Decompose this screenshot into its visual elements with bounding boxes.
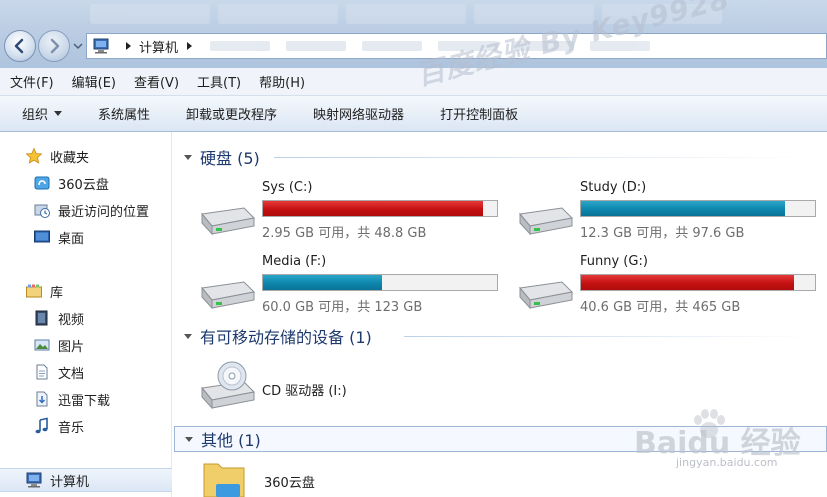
video-icon [35,310,48,326]
other-item-label: 360云盘 [264,476,315,491]
nav-item-label: 桌面 [58,231,85,247]
nav-xunlei-downloads[interactable]: 迅雷下载 [0,387,172,411]
arrow-right-icon [50,38,60,54]
nav-favorites[interactable]: 收藏夹 [0,144,172,168]
drive-g[interactable]: Funny (G:) 40.6 GB 可用，共 465 GB [514,254,816,318]
drive-usage-fill [581,275,794,290]
menu-bar: 文件(F) 编辑(E) 查看(V) 工具(T) 帮助(H) [0,68,827,96]
cd-drive[interactable]: CD 驱动器 (I:) [196,358,436,418]
drive-usage-bar [580,274,816,291]
nav-computer[interactable]: 计算机 [0,468,172,492]
command-bar: 组织 系统属性 卸载或更改程序 映射网络驱动器 打开控制面板 [0,96,827,132]
menu-help[interactable]: 帮助(H) [259,72,305,91]
nav-documents[interactable]: 文档 [0,360,172,384]
nav-item-label: 360云盘 [58,177,109,193]
drive-space-info: 2.95 GB 可用，共 48.8 GB [262,226,427,241]
drive-usage-bar [262,274,498,291]
menu-view[interactable]: 查看(V) [134,72,179,91]
drive-usage-bar [580,200,816,217]
history-dropdown-icon[interactable] [72,40,84,52]
collapse-triangle-icon[interactable] [184,333,192,339]
nav-item-label: 视频 [58,312,85,328]
drive-space-info: 12.3 GB 可用，共 97.6 GB [580,226,745,241]
arrow-left-icon [14,38,24,54]
forward-button[interactable] [38,30,70,62]
back-button[interactable] [4,30,36,62]
computer-icon [26,472,42,488]
nav-libraries-label: 库 [50,285,64,301]
drive-usage-fill [263,275,383,290]
nav-music[interactable]: 音乐 [0,414,172,438]
nav-item-label: 图片 [58,339,85,355]
drive-d[interactable]: Study (D:) 12.3 GB 可用，共 97.6 GB [514,180,816,244]
open-control-panel-button[interactable]: 打开控制面板 [440,104,518,123]
picture-icon [34,339,50,351]
drive-c[interactable]: Sys (C:) 2.95 GB 可用，共 48.8 GB [196,180,498,244]
nav-favorites-label: 收藏夹 [50,150,90,166]
address-location[interactable]: 计算机 [139,37,178,56]
nav-item-label: 迅雷下载 [58,393,111,409]
nav-desktop[interactable]: 桌面 [0,225,172,249]
group-header-removable[interactable]: 有可移动存储的设备 (1) [184,325,372,347]
document-icon [36,364,48,380]
drive-name: Study (D:) [580,180,647,195]
drive-usage-fill [581,201,785,216]
nav-libraries[interactable]: 库 [0,279,172,303]
music-icon [35,417,48,434]
group-divider [274,157,814,158]
collapse-triangle-icon[interactable] [184,154,192,160]
cloud-drive-icon [34,176,50,190]
drive-name: Sys (C:) [262,180,313,195]
drive-usage-bar [262,200,498,217]
navigation-pane: 收藏夹 360云盘 最近访问的位置 桌面 库 视频 图片 文档 迅雷下载 音乐 … [0,132,172,497]
hard-drive-icon [519,207,574,236]
drive-name: Media (F:) [262,254,327,269]
drive-f[interactable]: Media (F:) 60.0 GB 可用，共 123 GB [196,254,498,318]
hard-drive-icon [201,281,256,310]
collapse-triangle-icon[interactable] [185,436,193,442]
hard-drive-icon [201,207,256,236]
group-header-hard-disks[interactable]: 硬盘 (5) [184,146,260,168]
map-network-drive-button[interactable]: 映射网络驱动器 [313,104,404,123]
recent-places-icon [34,204,50,218]
nav-recent-places[interactable]: 最近访问的位置 [0,198,172,222]
drive-name: Funny (G:) [580,254,648,269]
nav-videos[interactable]: 视频 [0,306,172,330]
group-divider [404,336,814,337]
drive-space-info: 60.0 GB 可用，共 123 GB [262,300,423,315]
menu-file[interactable]: 文件(F) [10,72,54,91]
nav-item-label: 文档 [58,366,85,382]
watermark-url: jingyan.baidu.com [676,456,778,469]
organize-label: 组织 [22,108,49,123]
download-folder-icon [36,391,48,407]
group-title: 硬盘 (5) [200,149,260,168]
nav-360-cloud[interactable]: 360云盘 [0,171,172,195]
cd-drive-icon [201,361,256,410]
menu-tools[interactable]: 工具(T) [197,72,241,91]
group-title: 有可移动存储的设备 (1) [200,328,372,347]
desktop-icon [34,230,50,243]
cd-drive-label: CD 驱动器 (I:) [262,384,347,399]
library-icon [26,284,42,298]
drive-space-info: 40.6 GB 可用，共 465 GB [580,300,741,315]
nav-item-label: 最近访问的位置 [58,204,150,220]
computer-icon [93,38,109,54]
star-icon [25,147,43,164]
nav-computer-label: 计算机 [50,474,90,490]
hard-drive-icon [519,281,574,310]
uninstall-program-button[interactable]: 卸载或更改程序 [186,104,277,123]
organize-button[interactable]: 组织 [22,104,63,123]
system-properties-button[interactable]: 系统属性 [98,104,150,123]
group-title: 其他 (1) [201,431,261,450]
other-360-cloud[interactable]: 360云盘 [200,460,440,497]
nav-pictures[interactable]: 图片 [0,333,172,357]
nav-item-label: 音乐 [58,420,85,436]
folder-icon [203,463,245,497]
breadcrumb-arrow-icon[interactable] [123,41,133,51]
breadcrumb-arrow-icon[interactable] [184,41,194,51]
drive-usage-fill [263,201,483,216]
caret-down-icon [54,111,63,116]
menu-edit[interactable]: 编辑(E) [72,72,116,91]
